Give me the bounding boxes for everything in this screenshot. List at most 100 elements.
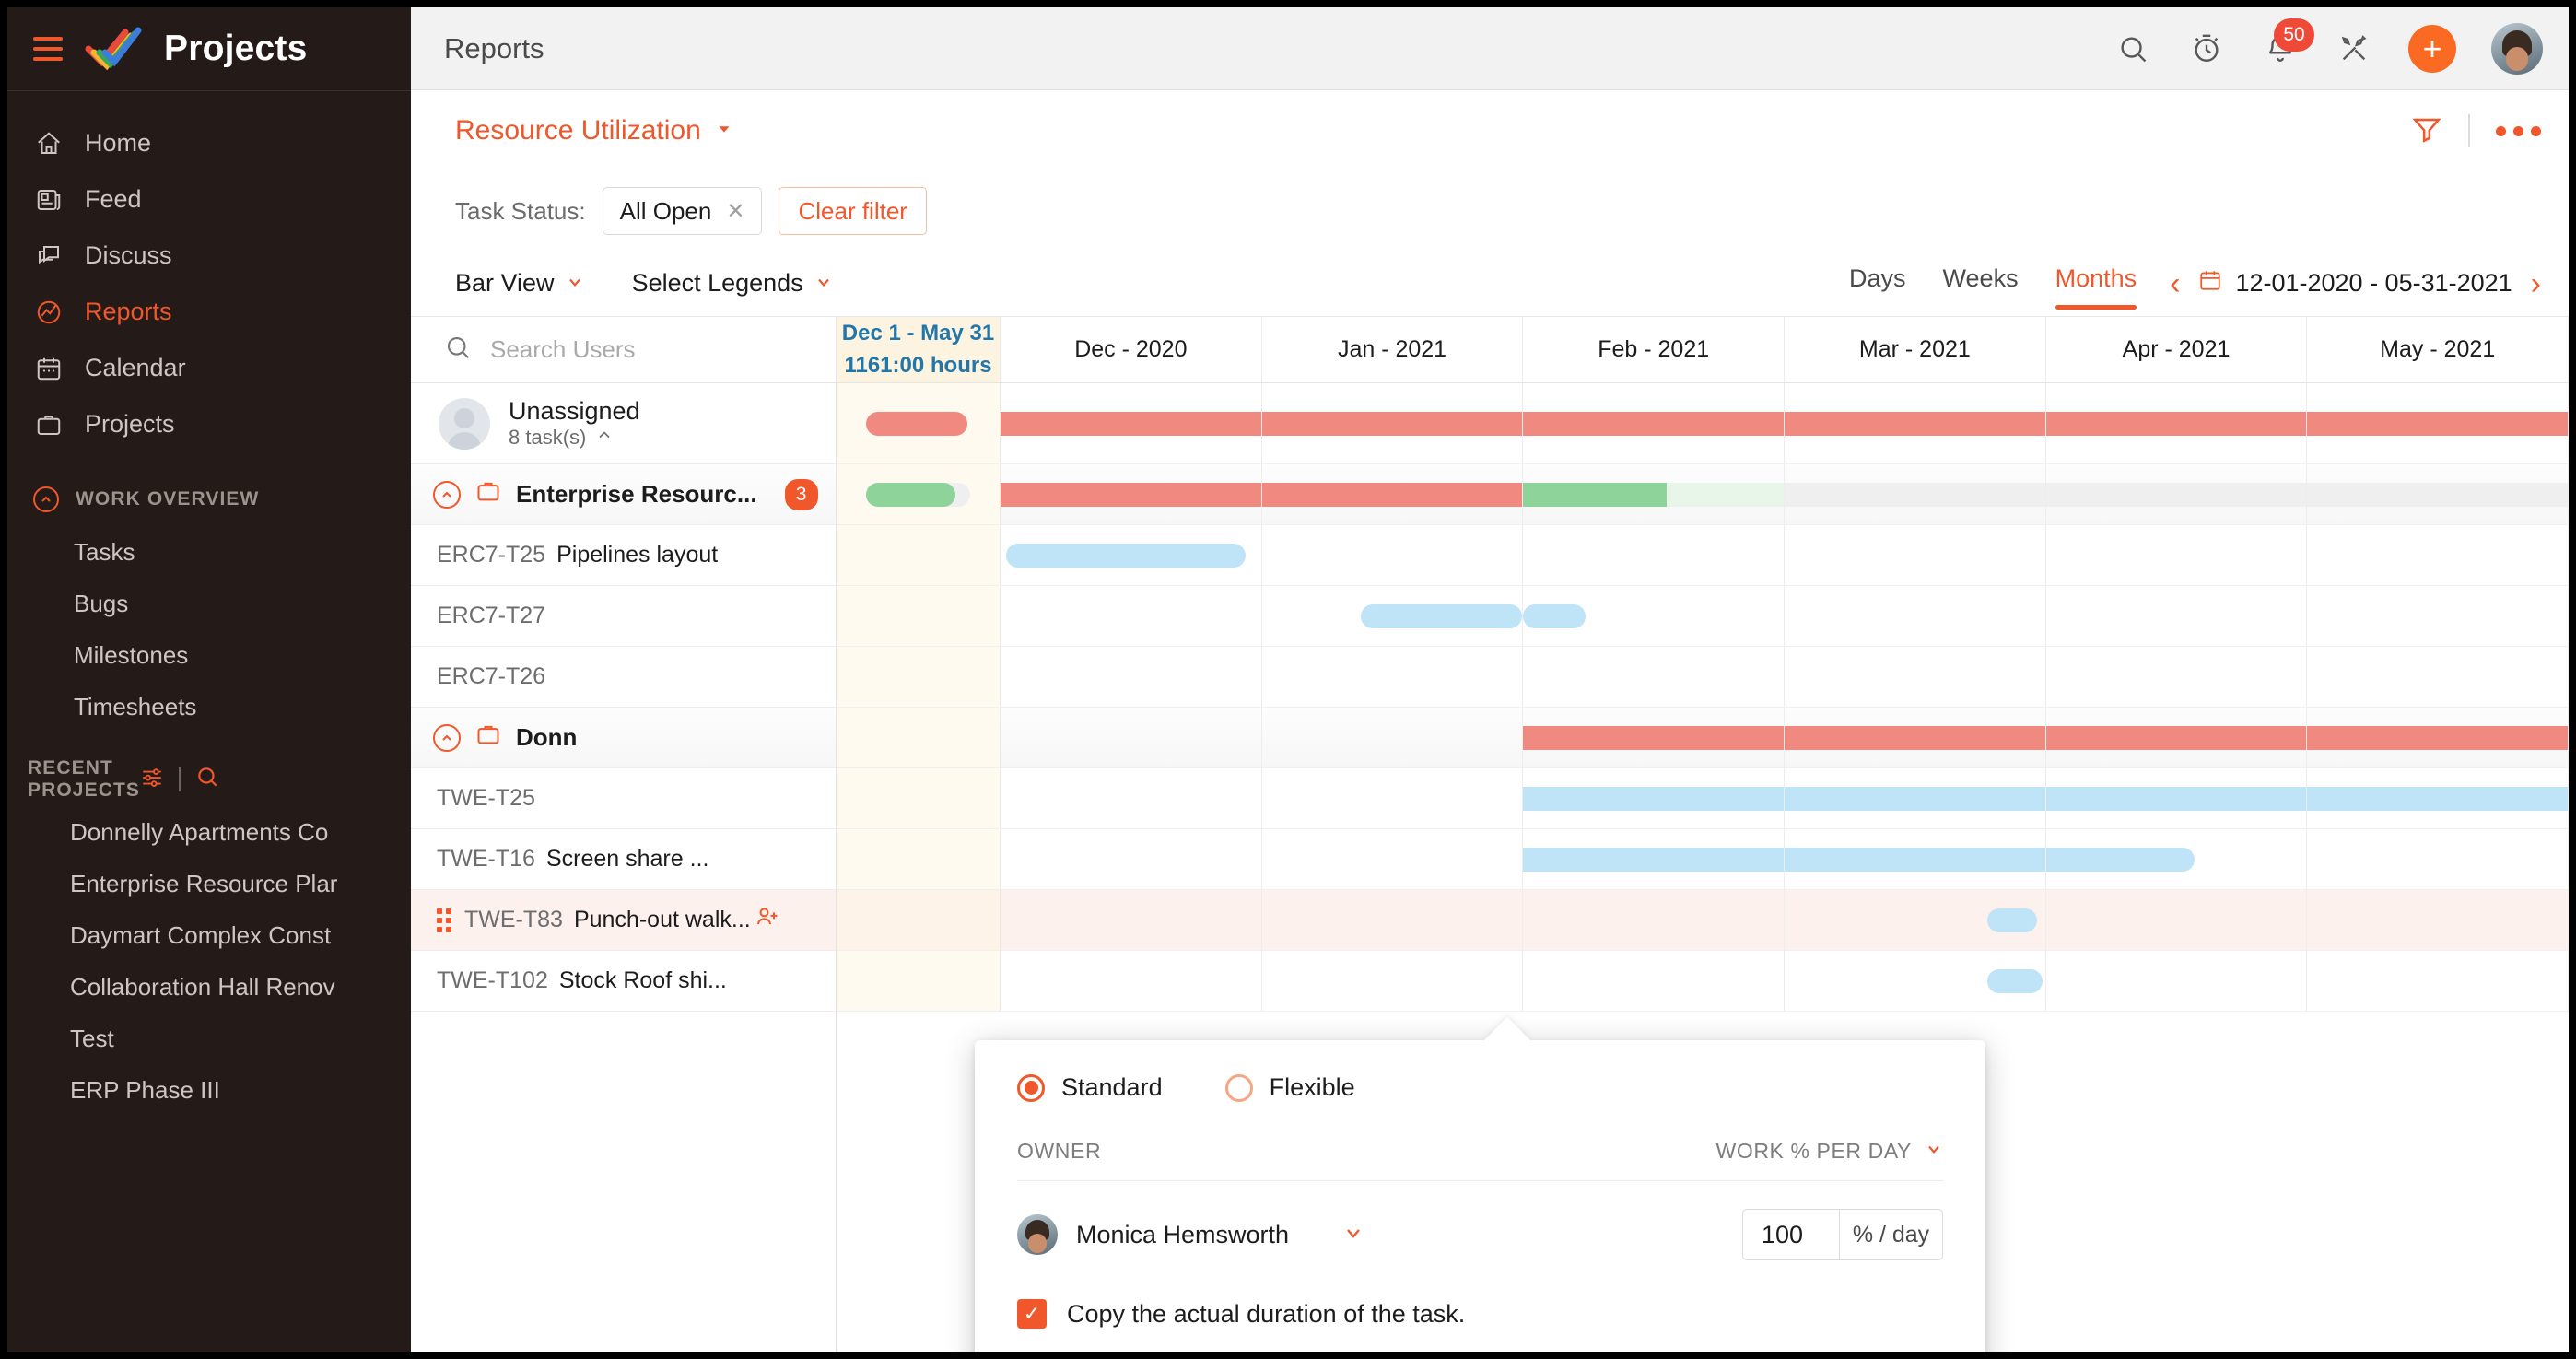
utilization-bar[interactable]	[1262, 483, 1523, 507]
scale-days[interactable]: Days	[1849, 264, 1906, 302]
task-bar[interactable]	[1006, 544, 1246, 568]
gantt-row-task[interactable]: ERC7-T25 Pipelines layout	[411, 525, 836, 586]
work-percent-column[interactable]: WORK % PER DAY	[1716, 1139, 1943, 1164]
copy-duration-checkbox[interactable]: ✓ Copy the actual duration of the task.	[1017, 1299, 1943, 1329]
chevron-left-icon[interactable]: ‹	[2170, 268, 2180, 299]
sidebar-item-bugs[interactable]: Bugs	[7, 578, 411, 629]
close-icon[interactable]: ✕	[726, 198, 744, 225]
recent-project-item[interactable]: Donnelly Apartments Co	[7, 806, 411, 858]
task-bar[interactable]	[1361, 604, 1522, 628]
drag-handle-icon[interactable]	[437, 908, 451, 932]
gantt-row-task[interactable]: TWE-T16 Screen share ...	[411, 829, 836, 890]
month-header: Feb - 2021	[1523, 317, 1785, 382]
recent-project-item[interactable]: ERP Phase III	[7, 1064, 411, 1116]
sidebar-item-feed[interactable]: Feed	[7, 171, 411, 228]
chevron-up-circle-icon[interactable]	[433, 724, 461, 752]
chevron-right-icon[interactable]: ›	[2531, 268, 2541, 299]
utilization-bar[interactable]	[1785, 412, 2045, 436]
month-cell	[2307, 768, 2569, 828]
page-title: Reports	[444, 32, 544, 65]
owner-dropdown-chevron-down-icon[interactable]	[1342, 1222, 1364, 1248]
hamburger-menu-icon[interactable]	[33, 37, 63, 61]
sidebar-item-timesheets[interactable]: Timesheets	[7, 681, 411, 732]
avatar[interactable]	[2491, 23, 2543, 75]
gantt-row-user[interactable]: Unassigned 8 task(s)	[411, 383, 836, 464]
task-bar[interactable]	[1987, 969, 2042, 993]
sliders-icon[interactable]	[140, 765, 164, 794]
sidebar-item-milestones[interactable]: Milestones	[7, 629, 411, 681]
utilization-bar[interactable]	[2046, 412, 2307, 436]
utilization-bar[interactable]	[866, 483, 955, 507]
sidebar-item-projects[interactable]: Projects	[7, 396, 411, 452]
task-bar[interactable]	[1785, 787, 2045, 811]
gantt-row-task[interactable]: ERC7-T27	[411, 586, 836, 647]
utilization-bar[interactable]	[1667, 483, 1784, 507]
calendar-icon	[33, 353, 64, 384]
month-cell	[2307, 525, 2569, 585]
gantt-row-task[interactable]: TWE-T102 Stock Roof shi...	[411, 951, 836, 1012]
task-bar[interactable]	[2307, 787, 2568, 811]
utilization-bar[interactable]	[1001, 483, 1261, 507]
work-percent-input[interactable]: 100	[1743, 1210, 1839, 1259]
search-icon[interactable]	[195, 765, 219, 794]
gantt-row-task[interactable]: ERC7-T26	[411, 647, 836, 708]
task-bar[interactable]	[1785, 848, 2045, 872]
utilization-bar[interactable]	[1523, 412, 1784, 436]
search-users-input[interactable]: Search Users	[490, 335, 636, 364]
task-bar[interactable]	[1523, 604, 1586, 628]
sidebar-item-reports[interactable]: Reports	[7, 284, 411, 340]
timer-icon[interactable]	[2187, 29, 2226, 68]
chevron-up-icon[interactable]	[595, 426, 614, 450]
select-legends-selector[interactable]: Select Legends	[632, 269, 833, 298]
month-cell	[1262, 768, 1524, 828]
tools-icon[interactable]	[2335, 29, 2373, 68]
work-percent-stepper[interactable]: 100 % / day	[1742, 1209, 1943, 1260]
funnel-icon[interactable]	[2411, 113, 2442, 149]
task-bar[interactable]	[1987, 908, 2037, 932]
sidebar-item-discuss[interactable]: Discuss	[7, 228, 411, 284]
recent-project-item[interactable]: Test	[7, 1013, 411, 1064]
recent-project-item[interactable]: Daymart Complex Const	[7, 909, 411, 961]
add-user-icon[interactable]	[755, 904, 780, 936]
radio-flexible[interactable]: Flexible	[1225, 1073, 1355, 1102]
report-type-selector[interactable]: Resource Utilization	[455, 115, 734, 146]
sidebar-item-home[interactable]: Home	[7, 115, 411, 171]
scale-weeks[interactable]: Weeks	[1943, 264, 2019, 302]
radio-standard[interactable]: Standard	[1017, 1073, 1163, 1102]
recent-project-item[interactable]: Enterprise Resource Plar	[7, 858, 411, 909]
utilization-bar[interactable]	[866, 412, 967, 436]
task-bar[interactable]	[2046, 848, 2195, 872]
utilization-bar[interactable]	[1262, 412, 1523, 436]
sidebar-item-calendar[interactable]: Calendar	[7, 340, 411, 396]
gantt-row-task[interactable]: TWE-T83 Punch-out walk...	[411, 890, 836, 951]
utilization-bar[interactable]	[1523, 726, 1784, 750]
utilization-bar[interactable]	[2307, 726, 2568, 750]
month-cell	[1001, 464, 1262, 524]
work-overview-header[interactable]: WORK OVERVIEW	[7, 473, 411, 526]
utilization-bar[interactable]	[2046, 726, 2307, 750]
utilization-bar[interactable]	[1523, 483, 1666, 507]
task-bar[interactable]	[2046, 787, 2307, 811]
utilization-bar[interactable]	[1785, 726, 2045, 750]
month-header: Apr - 2021	[2046, 317, 2308, 382]
utilization-bar[interactable]	[1001, 412, 1261, 436]
add-button[interactable]: +	[2408, 25, 2456, 73]
gantt-row-task[interactable]: TWE-T25	[411, 768, 836, 829]
bar-view-selector[interactable]: Bar View	[455, 269, 584, 298]
bell-icon[interactable]: 50	[2261, 29, 2300, 68]
more-dots-icon[interactable]	[2496, 126, 2541, 136]
date-range-picker[interactable]: 12-01-2020 - 05-31-2021	[2198, 268, 2512, 299]
gantt-row-project[interactable]: Enterprise Resourc... 3	[411, 464, 836, 525]
gantt-row-project[interactable]: Donn	[411, 708, 836, 768]
task-bar[interactable]	[1523, 787, 1784, 811]
sidebar-item-tasks[interactable]: Tasks	[7, 526, 411, 578]
scale-months[interactable]: Months	[2055, 264, 2137, 302]
task-bar[interactable]	[1523, 848, 1784, 872]
recent-project-item[interactable]: Collaboration Hall Renov	[7, 961, 411, 1013]
chevron-up-circle-icon[interactable]	[433, 481, 461, 509]
clear-filter-button[interactable]: Clear filter	[779, 187, 926, 235]
filter-chip-all-open[interactable]: All Open ✕	[603, 187, 763, 235]
utilization-bar[interactable]	[2307, 412, 2568, 436]
search-icon[interactable]	[2113, 29, 2152, 68]
sidebar-item-label: Reports	[85, 298, 172, 326]
